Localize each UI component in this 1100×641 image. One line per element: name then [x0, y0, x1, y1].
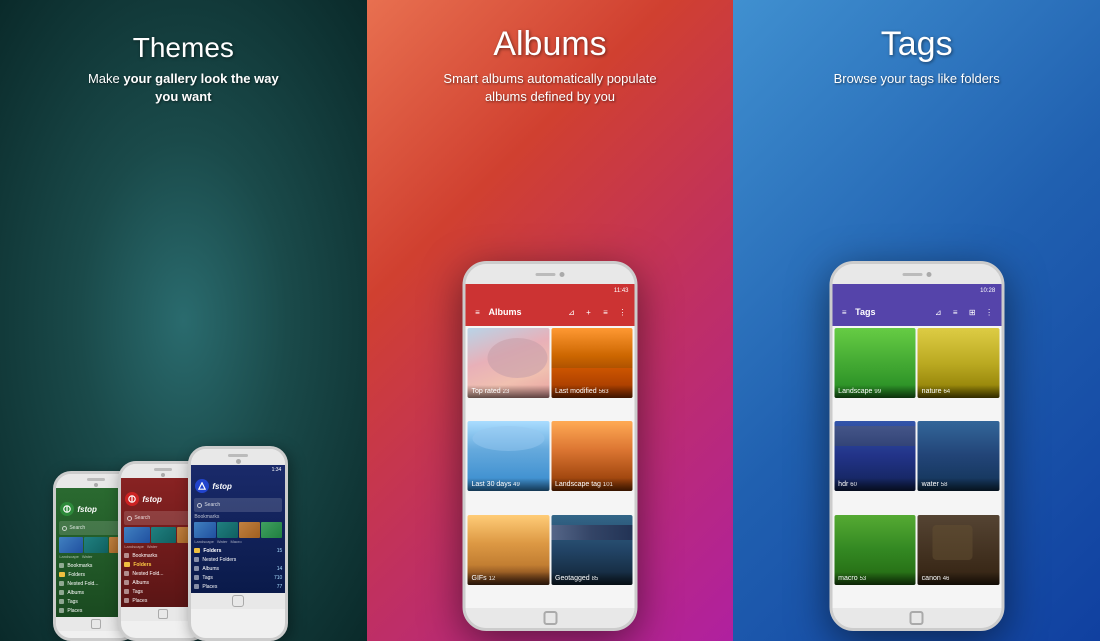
sort-icon: ≡ [600, 306, 612, 318]
tag-water: water 58 [918, 421, 1000, 491]
fstop-logo-3: fstop [212, 482, 232, 491]
albums-screen: 11:43 ≡ Albums ⊿ + ≡ ⋮ Top rated 23 [466, 284, 635, 608]
album-gifs-label: GIFs 12 [468, 572, 550, 585]
fstop-logo-1: fstop [77, 505, 97, 514]
albums-subtitle: Smart albums automatically populatealbum… [423, 70, 676, 106]
tag-macro: macro 53 [834, 515, 916, 585]
nature-count: 64 [943, 389, 950, 395]
last30-count: 49 [513, 482, 520, 488]
tags-screen: 10:28 ≡ Tags ⊿ ≡ ⊞ ⋮ Landscape 99 [832, 284, 1001, 608]
tag-macro-label: macro 53 [834, 572, 916, 585]
album-last30-label: Last 30 days 49 [468, 478, 550, 491]
tag-canon: canon 46 [918, 515, 1000, 585]
phone-bottom-bar [466, 608, 635, 628]
home-button [543, 611, 557, 625]
fstop-logo-2: fstop [142, 495, 162, 504]
tags-filter-icon: ⊿ [932, 306, 944, 318]
macro-count: 53 [860, 576, 867, 582]
toprated-count: 23 [503, 389, 510, 395]
albums-title: Albums [493, 25, 606, 64]
tags-home-button [910, 611, 924, 625]
more-icon: ⋮ [617, 306, 629, 318]
themes-panel: Themes Make your gallery look the wayyou… [0, 0, 367, 641]
album-toprated: Top rated 23 [468, 328, 550, 398]
water-count: 58 [941, 482, 948, 488]
tag-hdr-label: hdr 60 [834, 478, 916, 491]
tags-panel: Tags Browse your tags like folders 10:28… [733, 0, 1100, 641]
album-lastmodified: Last modified 563 [551, 328, 633, 398]
tags-phone-top [832, 264, 1001, 284]
tags-status-bar: 10:28 [832, 284, 1001, 298]
tags-bar-title: Tags [855, 307, 927, 317]
tags-time: 10:28 [980, 288, 995, 294]
theme-phone-3-screen: 1:34 fstop Search Bookmarks [191, 465, 285, 593]
album-toprated-label: Top rated 23 [468, 385, 550, 398]
albums-time: 11:43 [614, 288, 629, 294]
hdr-count: 60 [850, 482, 857, 488]
album-gifs: GIFs 12 [468, 515, 550, 585]
tag-water-label: water 58 [918, 478, 1000, 491]
tag-canon-label: canon 46 [918, 572, 1000, 585]
albums-status-bar: 11:43 [466, 284, 635, 298]
tag-nature: nature 64 [918, 328, 1000, 398]
tag-landscape-label: Landscape 99 [834, 385, 916, 398]
tag-nature-label: nature 64 [918, 385, 1000, 398]
themes-subtitle: Make your gallery look the wayyou want [68, 70, 299, 106]
themes-phones: 1:34 fstop Search LandscapeW [43, 361, 323, 641]
filter-icon: ⊿ [566, 306, 578, 318]
album-lastmodified-label: Last modified 563 [551, 385, 633, 398]
album-last30: Last 30 days 49 [468, 421, 550, 491]
menu-icon: ≡ [472, 306, 484, 318]
albums-bar-title: Albums [489, 307, 561, 317]
tags-grid: Landscape 99 nature 64 hdr 60 [832, 326, 1001, 608]
geotagged-count: 85 [592, 576, 599, 582]
tags-menu-icon: ≡ [838, 306, 850, 318]
tags-app-bar: ≡ Tags ⊿ ≡ ⊞ ⋮ [832, 298, 1001, 326]
landscape-tag-count: 99 [874, 389, 881, 395]
album-geotagged: Geotagged 85 [551, 515, 633, 585]
albums-grid: Top rated 23 Last modified 563 [466, 326, 635, 608]
tags-phone-bottom [832, 608, 1001, 628]
theme-phone-3: 1:34 fstop Search Bookmarks [188, 446, 288, 641]
tags-subtitle: Browse your tags like folders [814, 70, 1020, 88]
tags-title: Tags [881, 25, 953, 64]
albums-phone: 11:43 ≡ Albums ⊿ + ≡ ⋮ Top rated 23 [463, 261, 638, 631]
phone-top-bar [466, 264, 635, 284]
gifs-count: 12 [489, 576, 496, 582]
album-landscape-tag-label: Landscape tag 101 [551, 478, 633, 491]
add-icon: + [583, 306, 595, 318]
album-landscape-tag: Landscape tag 101 [551, 421, 633, 491]
albums-app-bar: ≡ Albums ⊿ + ≡ ⋮ [466, 298, 635, 326]
tag-landscape: Landscape 99 [834, 328, 916, 398]
tag-hdr: hdr 60 [834, 421, 916, 491]
tags-phone: 10:28 ≡ Tags ⊿ ≡ ⊞ ⋮ Landscape 99 [829, 261, 1004, 631]
landscapetag-count: 101 [603, 482, 613, 488]
tags-more-icon: ⋮ [983, 306, 995, 318]
tags-grid-icon: ⊞ [966, 306, 978, 318]
album-geotagged-label: Geotagged 85 [551, 572, 633, 585]
canon-count: 46 [943, 576, 950, 582]
albums-panel: Albums Smart albums automatically popula… [367, 0, 734, 641]
tags-sort-icon: ≡ [949, 306, 961, 318]
themes-title: Themes [133, 32, 234, 64]
lastmodified-count: 563 [599, 389, 609, 395]
